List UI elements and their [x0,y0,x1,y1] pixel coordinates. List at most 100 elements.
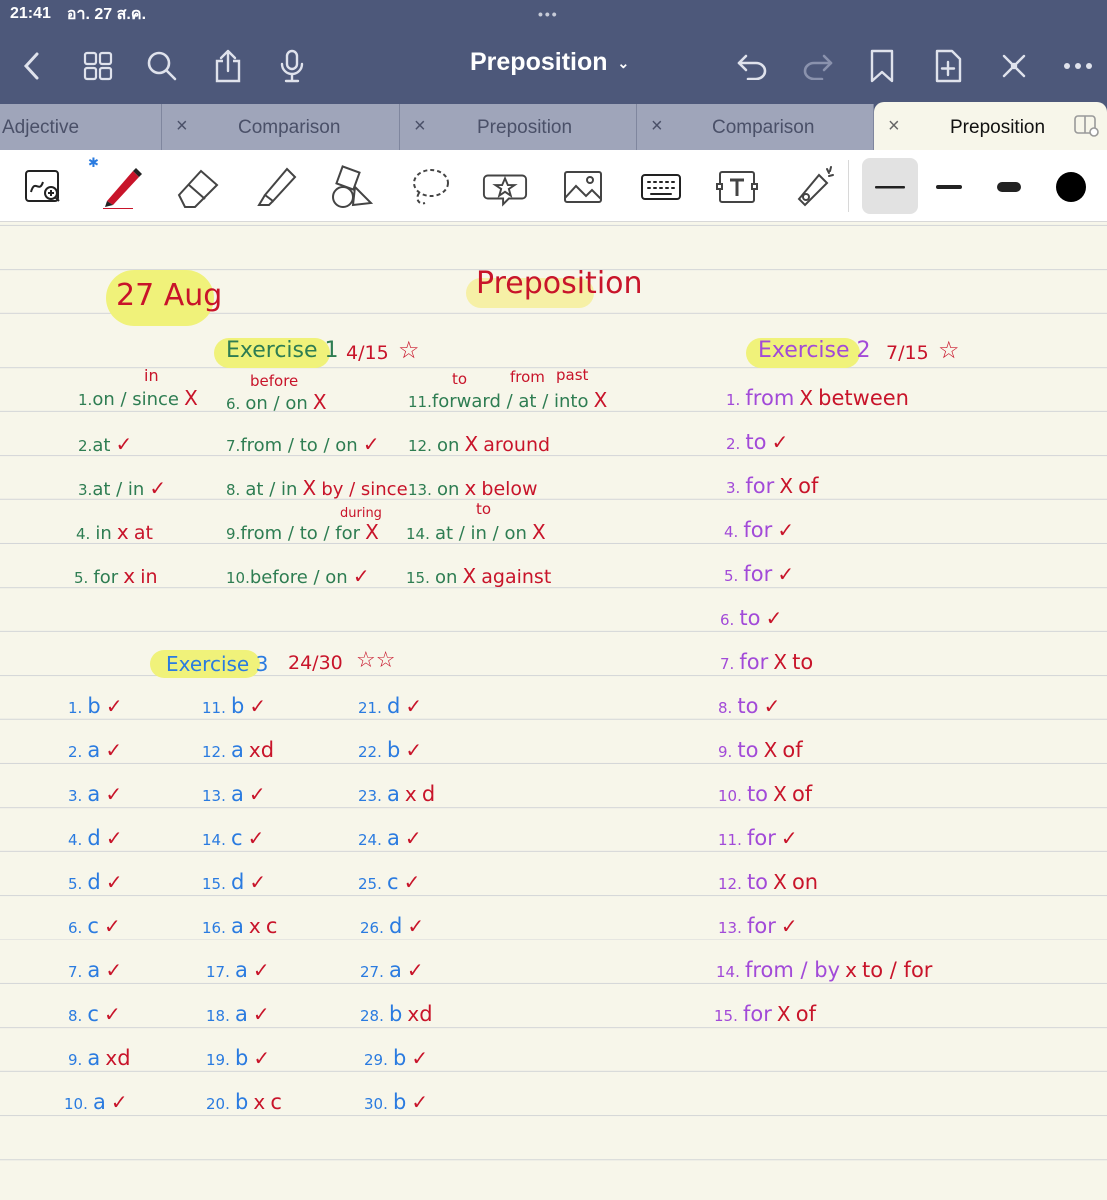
ex1-row-5: 5. for x in [74,564,158,588]
top-toolbar: Preposition ⌄ [0,28,1107,104]
tab-label: Preposition [477,117,573,138]
ex2-row-1: 1. from X between [726,386,909,410]
status-date: อา. 27 ส.ค. [66,5,147,23]
ex1-row-15: 15. on X against [406,564,552,588]
split-view-icon[interactable] [1074,114,1100,144]
stroke-thin-icon[interactable] [867,164,913,210]
ex1-row-11-fix-past: past [556,366,589,384]
exercise3-score: 24/30 [288,652,343,674]
document-title[interactable]: Preposition ⌄ [470,48,629,77]
ex1-row-6: 6. on / on X [226,390,327,414]
ex2-row-9: 9. to X of [718,738,803,762]
keyboard-icon[interactable] [638,164,684,210]
ex1-row-11-fix-to: to [452,370,468,388]
ex3-row-1: 1. b ✓ [68,694,123,718]
pen-tool-icon[interactable]: ✱ [88,156,144,210]
ex3-row-11: 11. b ✓ [202,694,267,718]
ex1-row-9-fix: during [340,506,382,521]
ex2-row-8: 8. to ✓ [718,694,781,718]
ex2-row-7: 7. for X to [720,650,814,674]
ex3-row-5: 5. d ✓ [68,870,123,894]
tab-comparison-1[interactable]: × Comparison [162,104,400,150]
ex1-row-6-fix: before [250,372,299,390]
exercise2-label: Exercise 2 [758,338,871,363]
status-time: 21:41 [10,5,51,22]
ex3-row-25: 25. c ✓ [358,870,421,894]
more-options-icon[interactable] [1062,50,1094,82]
ex2-row-5: 5. for ✓ [724,562,795,586]
color-black-swatch[interactable] [1048,164,1094,210]
ex3-row-6: 6. c ✓ [68,914,121,938]
ex1-row-9: 9.from / to / for X [226,520,379,544]
ex3-row-27: 27. a ✓ [360,958,424,982]
bookmark-icon[interactable] [866,49,898,83]
ex1-row-12: 12. on X around [408,432,551,456]
multitasking-dots[interactable]: ••• [538,6,559,22]
ex3-row-21: 21. d ✓ [358,694,423,718]
sticker-icon[interactable] [482,164,528,210]
image-icon[interactable] [560,164,606,210]
tab-close-icon[interactable]: × [414,115,426,138]
ex2-row-12: 12. to X on [718,870,819,894]
title-chevron-down-icon: ⌄ [617,54,630,71]
ex3-row-18: 18. a ✓ [206,1002,270,1026]
grid-view-icon[interactable] [82,50,114,82]
ex3-row-8: 8. c ✓ [68,1002,121,1026]
ex2-row-11: 11. for ✓ [718,826,798,850]
ex3-row-16: 16. a x c [202,914,278,938]
ex1-row-14-fix: to [476,500,492,518]
exercise1-star-icon: ☆ [398,336,420,364]
ex2-row-6: 6. to ✓ [720,606,783,630]
share-icon[interactable] [212,49,244,83]
shapes-icon[interactable] [328,164,374,210]
zoom-window-icon[interactable] [20,164,66,210]
ex1-row-11-fix-from: from [510,368,545,386]
tab-close-icon[interactable]: × [888,115,900,138]
tab-adjective[interactable]: Adjective [0,104,162,150]
ex3-row-26: 26. d ✓ [360,914,425,938]
ex2-row-13: 13. for ✓ [718,914,798,938]
close-tools-icon[interactable] [998,50,1030,82]
tab-comparison-2[interactable]: × Comparison [637,104,874,150]
ex2-row-10: 10. to X of [718,782,813,806]
redo-icon[interactable] [802,50,834,82]
bluetooth-icon: ✱ [88,156,99,171]
exercise1-score: 4/15 [346,342,389,364]
ex3-row-24: 24. a ✓ [358,826,422,850]
microphone-icon[interactable] [276,49,308,83]
eraser-icon[interactable] [174,164,220,210]
ex3-row-17: 17. a ✓ [206,958,270,982]
ex1-row-1-fix: in [144,366,159,385]
note-canvas[interactable]: 27 Aug Preposition Exercise 1 4/15 ☆ 1.o… [0,222,1107,1200]
tab-preposition-active[interactable]: × Preposition [874,102,1107,150]
search-icon[interactable] [146,50,178,82]
highlighter-icon[interactable] [252,164,298,210]
ex1-row-11: 11.forward / at / into X [408,388,608,412]
stroke-thick-icon[interactable] [987,164,1033,210]
ex1-row-10: 10.before / on ✓ [226,564,370,588]
ex3-row-9: 9. a xd [68,1046,131,1070]
lasso-icon[interactable] [406,164,452,210]
ex1-row-3: 3.at / in ✓ [78,476,167,500]
ex3-row-28: 28. b xd [360,1002,433,1026]
exercise2-star-icon: ☆ [938,336,960,364]
ex2-row-15: 15. for X of [714,1002,816,1026]
tab-close-icon[interactable]: × [651,115,663,138]
ex2-row-2: 2. to ✓ [726,430,789,454]
tab-label: Comparison [238,117,341,138]
ex2-row-3: 3. for X of [726,474,819,498]
exercise1-label: Exercise 1 [226,338,339,363]
stroke-medium-icon[interactable] [927,164,973,210]
ex1-row-7: 7.from / to / on ✓ [226,432,380,456]
add-page-icon[interactable] [932,49,964,83]
toolbar-divider [848,160,849,212]
ex3-row-10: 10. a ✓ [64,1090,128,1114]
ex1-row-13: 13. on x below [408,476,538,500]
ex1-row-14: 14. at / in / on X [406,520,546,544]
text-box-icon[interactable] [714,164,760,210]
tab-preposition-1[interactable]: × Preposition [400,104,637,150]
tab-close-icon[interactable]: × [176,115,188,138]
back-icon[interactable] [16,50,48,82]
laser-pointer-icon[interactable] [792,164,838,210]
undo-icon[interactable] [736,50,768,82]
